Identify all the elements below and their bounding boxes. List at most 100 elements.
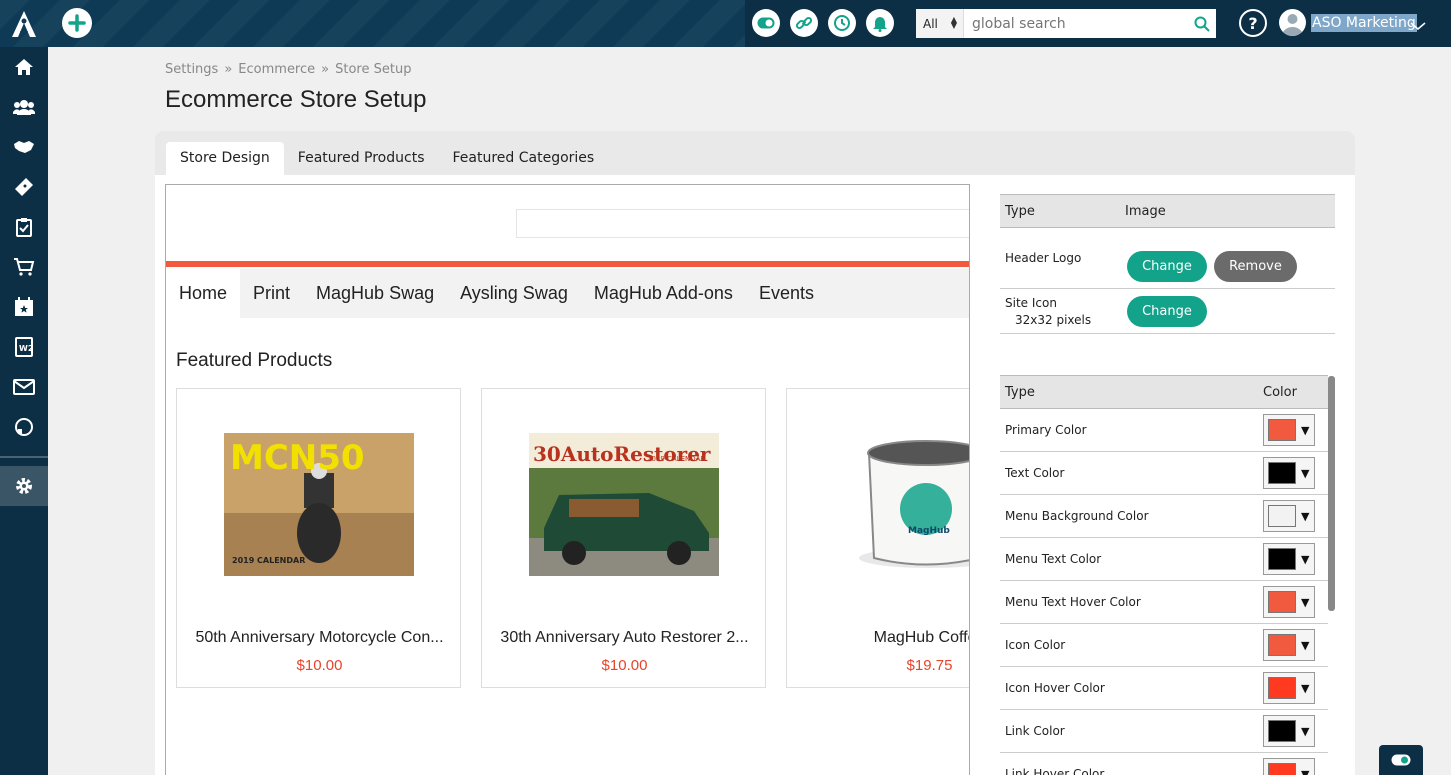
avatar[interactable] [1279,9,1306,36]
preview-menu-aysling-swag: Aysling Swag [460,283,568,303]
color-type-label: Menu Text Hover Color [1005,595,1141,609]
breadcrumb-separator: » [224,62,233,77]
product-price: $19.75 [906,657,953,674]
colors-scrollbar[interactable] [1328,376,1335,611]
table-row: Header Logo Change Remove [1000,228,1335,289]
preview-featured-heading: Featured Products [176,350,333,371]
dropdown-arrow-icon: ▼ [1301,552,1310,566]
clipboard-check-icon[interactable] [0,207,48,247]
table-row: Primary Color ▼ [1000,409,1328,452]
color-type-label: Link Hover Color [1005,767,1105,775]
user-name[interactable]: ASO Marketing [1311,14,1417,32]
colors-table: Type Color Primary Color ▼ Text Color ▼ Menu… [1000,375,1328,775]
color-picker-button[interactable]: ▼ [1263,543,1315,575]
color-type-label: Menu Background Color [1005,509,1149,523]
product-name: 30th Anniversary Auto Restorer 2... [500,629,749,646]
dropdown-arrow-icon: ▼ [1301,767,1310,775]
color-picker-button[interactable]: ▼ [1263,715,1315,747]
chat-toggle-button[interactable] [1379,745,1423,775]
color-type-label: Icon Color [1005,638,1066,652]
global-search: All ▲ ▼ [916,9,1216,38]
header-logo-change-button[interactable]: Change [1127,251,1207,282]
product-name: MagHub Coffee [873,629,969,646]
images-table: Type Image Header Logo Change Remove Sit… [1000,194,1335,334]
svg-text:2019 CALENDAR: 2019 CALENDAR [232,556,305,565]
chevron-down-icon[interactable] [1410,16,1426,35]
product-image: MagHub [834,433,969,576]
color-picker-button[interactable]: ▼ [1263,629,1315,661]
handshake-icon[interactable] [0,127,48,167]
contacts-icon[interactable] [0,87,48,127]
site-icon-label: Site Icon [1005,296,1057,310]
history-icon[interactable] [828,9,856,37]
color-type-label: Icon Hover Color [1005,681,1105,695]
svg-text:MagHub: MagHub [908,526,950,536]
top-bar: All ▲▼ ? ASO Marketing [0,0,1451,47]
svg-text:W2: W2 [19,344,33,353]
color-swatch [1268,505,1296,527]
app-logo[interactable] [0,0,48,47]
help-icon[interactable]: ? [1239,9,1267,37]
svg-text:2019 CALENDAR: 2019 CALENDAR [647,455,705,463]
add-new-button[interactable] [62,8,92,38]
search-icon[interactable] [1188,9,1216,38]
breadcrumb: Settings » Ecommerce » Store Setup [165,62,411,77]
breadcrumb-ecommerce[interactable]: Ecommerce [238,62,315,77]
tab-store-design[interactable]: Store Design [166,142,284,175]
tab-featured-products[interactable]: Featured Products [284,142,439,175]
table-row: Icon Hover Color ▼ [1000,667,1328,710]
calendar-star-icon[interactable] [0,287,48,327]
home-icon[interactable] [0,47,48,87]
preview-menu-maghub-addons: MagHub Add-ons [593,283,733,303]
ticket-icon[interactable] [0,167,48,207]
column-header-type: Type [1005,203,1035,219]
sidebar-divider [0,456,48,458]
table-row: Site Icon 32x32 pixels Change [1000,289,1335,334]
gear-icon[interactable] [0,466,48,506]
svg-text:MCN50: MCN50 [230,438,365,478]
table-row: Menu Text Color ▼ [1000,538,1328,581]
dropdown-arrow-icon: ▼ [1301,724,1310,738]
color-type-label: Text Color [1005,466,1065,480]
color-picker-button[interactable]: ▼ [1263,414,1315,446]
tab-bar: Store Design Featured Products Featured … [155,131,1355,175]
preview-menu-home: Home [166,269,241,318]
color-type-label: Menu Text Color [1005,552,1102,566]
breadcrumb-settings[interactable]: Settings [165,62,218,77]
column-header-image: Image [1125,203,1166,219]
page-title: Ecommerce Store Setup [165,86,427,113]
color-swatch [1268,720,1296,742]
dropdown-arrow-icon: ▼ [1301,595,1310,609]
link-icon[interactable] [790,9,818,37]
search-scope-select[interactable]: All ▲ ▼ [916,9,964,38]
search-input[interactable] [964,9,1188,38]
color-picker-button[interactable]: ▼ [1263,457,1315,489]
table-row: Text Color ▼ [1000,452,1328,495]
toggle-icon[interactable] [752,9,780,37]
header-logo-remove-button[interactable]: Remove [1214,251,1297,282]
color-picker-button[interactable]: ▼ [1263,500,1315,532]
color-swatch [1268,419,1296,441]
dropdown-arrow-icon: ▼ [1301,681,1310,695]
color-picker-button[interactable]: ▼ [1263,672,1315,704]
color-picker-button[interactable]: ▼ [1263,586,1315,618]
table-row: Menu Text Hover Color ▼ [1000,581,1328,624]
product-card: MCN50 2019 CALENDAR 50th Anniversary Mot… [176,388,461,688]
preview-menu-events: Events [758,283,814,303]
product-name: 50th Anniversary Motorcycle Con... [195,629,444,646]
table-row: Link Hover Color ▼ [1000,753,1328,775]
bell-icon[interactable] [866,9,894,37]
color-swatch [1268,591,1296,613]
cart-icon[interactable] [0,247,48,287]
w2-form-icon[interactable]: W2 [0,327,48,367]
site-icon-change-button[interactable]: Change [1127,296,1207,327]
color-picker-button[interactable]: ▼ [1263,758,1315,775]
preview-search-box [516,209,969,238]
tab-featured-categories[interactable]: Featured Categories [439,142,609,175]
select-arrows-icon: ▲ ▼ [950,15,957,30]
mail-icon[interactable] [0,367,48,407]
color-type-label: Link Color [1005,724,1065,738]
support-icon[interactable] [0,407,48,447]
preview-menu-print: Print [253,283,291,303]
sidebar: W2 [0,47,48,775]
